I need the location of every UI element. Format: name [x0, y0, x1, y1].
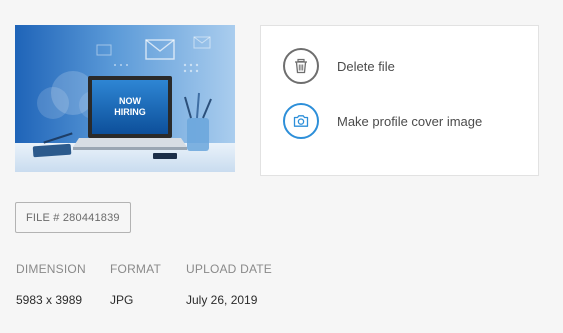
camera-icon-circle: [283, 103, 319, 139]
camera-icon: [293, 115, 309, 127]
file-actions-panel: Delete file Make profile cover image: [260, 25, 539, 176]
file-thumbnail[interactable]: NOW HIRING: [15, 25, 235, 172]
format-value: JPG: [110, 293, 134, 307]
make-cover-image-button[interactable]: Make profile cover image: [283, 103, 482, 139]
dimension-heading: DIMENSION: [16, 262, 86, 276]
thumbnail-text-hiring: HIRING: [114, 107, 146, 117]
upload-date-column: UPLOAD DATE July 26, 2019: [186, 262, 272, 307]
thumbnail-image: NOW HIRING: [15, 25, 235, 172]
delete-icon-circle: [283, 48, 319, 84]
trash-icon: [295, 58, 307, 74]
upload-date-heading: UPLOAD DATE: [186, 262, 272, 276]
format-heading: FORMAT: [110, 262, 161, 276]
dimension-value: 5983 x 3989: [16, 293, 83, 307]
delete-file-label: Delete file: [337, 58, 395, 74]
upload-date-value: July 26, 2019: [186, 293, 258, 307]
dimension-column: DIMENSION 5983 x 3989: [16, 262, 86, 307]
make-cover-image-label: Make profile cover image: [337, 113, 483, 129]
delete-file-button[interactable]: Delete file: [283, 48, 395, 84]
format-column: FORMAT JPG: [110, 262, 161, 307]
file-id-badge: FILE # 280441839: [15, 202, 131, 233]
thumbnail-text-now: NOW: [119, 96, 142, 106]
